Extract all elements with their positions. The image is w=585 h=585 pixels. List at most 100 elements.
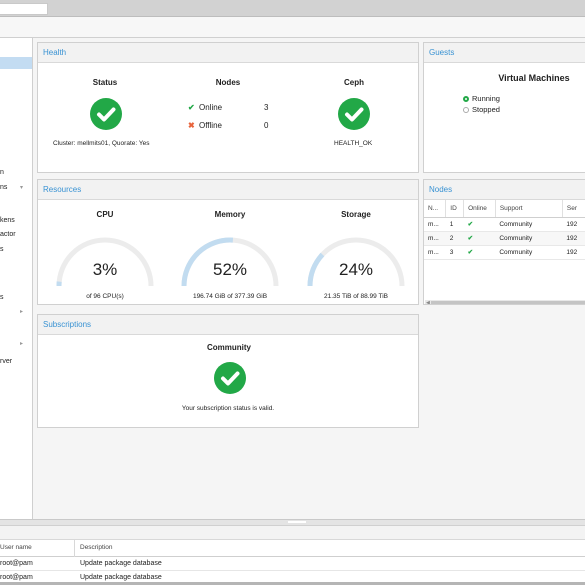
ceph-heading: Ceph [344,78,364,87]
tree-item-label[interactable]: actor [0,231,16,238]
tree-item-label[interactable]: s [0,294,4,301]
node-name: m... [424,231,446,246]
table-row[interactable]: m... 2 ✔ Community 192 [424,231,585,246]
check-circle-icon [214,362,246,394]
top-toolbar [0,0,585,17]
node-name: m... [424,245,446,260]
node-id: 3 [445,245,464,260]
task-user: root@pam [0,560,33,567]
search-input[interactable] [0,3,48,15]
panel-title: Health [38,43,418,63]
gauge: 3% [49,230,161,300]
gauge-heading: CPU [96,210,114,219]
node-support: Community [495,245,563,260]
task-log: User name Description root@pam Update pa… [0,525,585,585]
subscription-heading: Community [207,343,251,352]
ceph-status-caption: HEALTH_OK [334,140,373,147]
resources-panel: Resources CPU 3% of 96 CPU(s) Memory 52% 196.… [37,179,419,305]
gauge-value: 3% [92,260,118,279]
splitter-handle[interactable] [288,521,306,523]
nodes-heading: Nodes [215,78,241,87]
checkmark-icon: ✔ [463,217,496,232]
online-count: 3 [264,103,269,112]
nodes-online-row: ✔ Online 3 [188,103,268,112]
checkmark-icon: ✔ [463,245,496,260]
subscription-caption: Your subscription status is valid. [181,405,275,412]
task-log-toolbar [0,526,585,540]
check-circle-icon [90,98,122,130]
node-support: Community [495,231,563,246]
task-description: Update package database [80,574,162,581]
stopped-dot-icon [463,107,469,113]
offline-label: Offline [199,121,222,130]
stopped-label: Stopped [472,105,500,114]
node-id: 1 [445,217,464,232]
cross-icon: ✖ [188,121,195,130]
online-label: Online [199,103,223,112]
tree-item-selected[interactable] [0,57,32,69]
resource-tree: n ns ▾ kens actor s s ▸ ▸ rver [0,38,33,519]
running-dot-icon [463,96,469,102]
column-header-description[interactable]: Description [80,544,113,551]
nodes-panel: Nodes N... ID Online Support Ser m... 1 [423,179,585,305]
node-server: 192 [562,245,585,260]
panel-title: Guests [424,43,585,63]
gauge-caption: 21.35 TiB of 88.99 TiB [324,293,388,300]
node-server: 192 [562,231,585,246]
cluster-status-caption: Cluster: mellmits01, Quorate: Yes [53,140,150,147]
guests-panel: Guests Virtual Machines Running Stopped [423,42,585,173]
scroll-left-icon[interactable]: ◀ [426,300,430,304]
column-header-name[interactable]: N... [424,200,447,218]
offline-count: 0 [264,121,269,130]
check-circle-icon [338,98,370,130]
gauge-heading: Memory [214,210,246,219]
gauge: 52% [174,230,286,300]
checkmark-icon: ✔ [188,103,195,112]
stopped-legend: Stopped [463,105,500,114]
health-panel: Health Status Cluster: mellmits01, Quora… [37,42,419,173]
panel-title: Subscriptions [38,315,418,335]
running-label: Running [472,94,500,103]
chevron-right-icon[interactable]: ▸ [20,340,23,347]
task-row[interactable]: root@pam Update package database [0,557,585,571]
column-header-user[interactable]: User name [0,544,32,551]
column-header-server[interactable]: Ser [562,200,585,218]
node-name: m... [424,217,446,232]
tree-item-label[interactable]: rver [0,358,12,365]
checkmark-icon: ✔ [463,231,496,246]
gauge-caption: 196.74 GiB of 377.39 GiB [192,293,268,300]
task-description: Update package database [80,560,162,567]
gauge-caption: of 96 CPU(s) [86,293,124,300]
scrollbar-thumb[interactable] [431,301,585,304]
table-header-row: N... ID Online Support Ser [424,200,585,218]
dashboard: Health Status Cluster: mellmits01, Quora… [34,38,585,519]
column-header-online[interactable]: Online [463,200,496,218]
vm-heading: Virtual Machines [498,73,570,83]
panel-title: Nodes [424,180,585,200]
node-support: Community [495,217,563,232]
nodes-offline-row: ✖ Offline 0 [188,121,268,130]
table-row[interactable]: m... 3 ✔ Community 192 [424,245,585,260]
node-id: 2 [445,231,464,246]
tree-item-label[interactable]: n [0,169,4,176]
tree-item-label[interactable]: kens [0,217,15,224]
chevron-right-icon[interactable]: ▸ [20,308,23,315]
tree-item-label[interactable]: ns [0,184,7,191]
table-row[interactable]: m... 1 ✔ Community 192 [424,217,585,232]
task-log-header: User name Description [0,540,585,557]
gauge: 24% [300,230,412,300]
content-toolbar [0,17,585,38]
column-header-id[interactable]: ID [445,200,465,218]
subscriptions-panel: Subscriptions Community Your subscriptio… [37,314,419,428]
status-heading: Status [92,78,118,87]
column-header-support[interactable]: Support [495,200,563,218]
gauge-value: 24% [338,260,374,279]
panel-title: Resources [38,180,418,200]
tree-item-label[interactable]: s [0,246,4,253]
chevron-down-icon[interactable]: ▾ [20,184,23,191]
nodes-table: N... ID Online Support Ser m... 1 ✔ Comm… [424,200,585,260]
node-server: 192 [562,217,585,232]
gauge-value: 52% [212,260,248,279]
task-user: root@pam [0,574,33,581]
horizontal-scrollbar[interactable]: ◀ [425,300,585,304]
